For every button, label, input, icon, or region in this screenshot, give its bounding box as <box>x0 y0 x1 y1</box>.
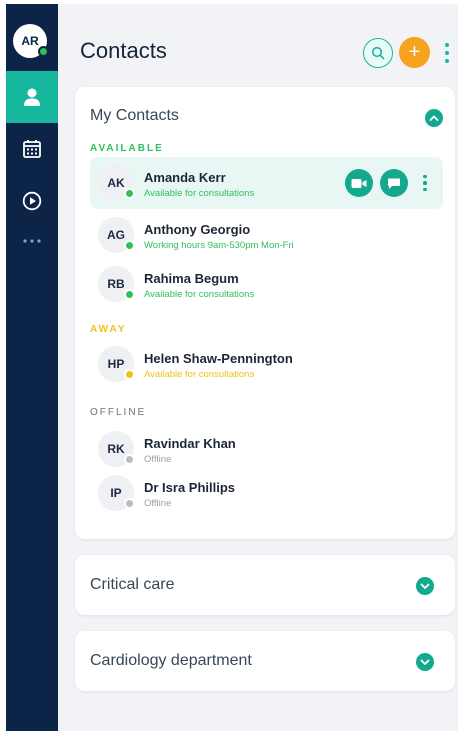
search-icon <box>371 46 385 60</box>
person-icon <box>24 88 40 106</box>
contact-avatar: AG <box>98 217 135 253</box>
expand-button[interactable] <box>416 577 434 595</box>
kebab-dot <box>423 187 427 192</box>
status-dot <box>124 454 135 465</box>
status-dot <box>124 498 135 509</box>
contact-name: Rahima Begum <box>144 271 239 286</box>
user-status-dot <box>38 46 49 57</box>
chat-bubble-icon <box>388 178 400 189</box>
sidebar: AR <box>6 4 58 731</box>
kebab-dot <box>445 43 449 47</box>
group-cardiology-department[interactable]: Cardiology department <box>75 631 455 691</box>
user-avatar[interactable]: AR <box>13 24 49 58</box>
kebab-dot <box>423 174 427 179</box>
contact-avatar: IP <box>98 475 135 511</box>
add-contact-button[interactable]: + <box>399 37 430 68</box>
contact-name: Amanda Kerr <box>144 170 226 185</box>
video-call-button[interactable] <box>345 169 373 197</box>
status-dot <box>124 240 135 251</box>
contact-avatar: RB <box>98 266 135 302</box>
app-frame: AR Contacts + My Contacts AVAILABLE AK A… <box>6 4 458 731</box>
status-dot <box>124 188 135 199</box>
plus-icon: + <box>408 41 421 63</box>
user-initials: AR <box>21 34 39 48</box>
collapse-button[interactable] <box>425 109 443 127</box>
contact-name: Ravindar Khan <box>144 436 236 451</box>
status-dot <box>124 289 135 300</box>
page-title: Contacts <box>80 38 167 63</box>
nav-media[interactable] <box>6 175 58 227</box>
kebab-dot <box>445 59 449 63</box>
contact-avatar: RK <box>98 431 135 467</box>
section-available: AVAILABLE <box>90 143 164 154</box>
expand-button[interactable] <box>416 653 434 671</box>
kebab-dot <box>445 51 449 55</box>
contact-row-helen-shaw-pennington[interactable]: HP Helen Shaw-Pennington Available for c… <box>90 338 443 390</box>
more-options-button[interactable] <box>440 38 454 68</box>
my-contacts-card: My Contacts AVAILABLE AK Amanda Kerr Ava… <box>75 87 455 539</box>
section-away: AWAY <box>90 324 127 335</box>
contact-avatar: HP <box>98 346 135 382</box>
contact-status: Available for consultations <box>144 369 255 380</box>
group-title: Cardiology department <box>90 652 252 669</box>
section-offline: OFFLINE <box>90 407 147 418</box>
chevron-down-icon <box>420 659 430 665</box>
chevron-down-icon <box>420 583 430 589</box>
nav-more[interactable] <box>6 226 58 256</box>
video-camera-icon <box>351 178 367 188</box>
kebab-dot <box>423 181 427 185</box>
contact-row-isra-phillips[interactable]: IP Dr Isra Phillips Offline <box>90 467 443 519</box>
contact-row-rahima-begum[interactable]: RB Rahima Begum Available for consultati… <box>90 258 443 310</box>
group-critical-care[interactable]: Critical care <box>75 555 455 615</box>
search-button[interactable] <box>363 38 393 68</box>
contact-name: Anthony Georgio <box>144 222 251 237</box>
status-dot <box>124 369 135 380</box>
contact-status: Offline <box>144 454 172 465</box>
my-contacts-title: My Contacts <box>90 107 179 124</box>
contact-more-button[interactable] <box>420 171 430 195</box>
message-button[interactable] <box>380 169 408 197</box>
contact-status: Available for consultations <box>144 289 255 300</box>
nav-calendar[interactable] <box>6 123 58 175</box>
group-title: Critical care <box>90 576 175 593</box>
calendar-icon <box>23 140 41 158</box>
ellipsis-icon <box>23 239 41 243</box>
contact-name: Dr Isra Phillips <box>144 480 236 495</box>
contact-status: Available for consultations <box>144 188 255 199</box>
nav-contacts[interactable] <box>6 71 58 123</box>
contact-avatar: AK <box>98 165 135 201</box>
contact-name: Helen Shaw-Pennington <box>144 351 293 366</box>
contact-row-amanda-kerr[interactable]: AK Amanda Kerr Available for consultatio… <box>90 157 443 209</box>
chevron-up-icon <box>429 115 439 121</box>
contact-row-anthony-georgio[interactable]: AG Anthony Georgio Working hours 9am-530… <box>90 209 443 261</box>
contact-status: Offline <box>144 498 172 509</box>
contact-status: Working hours 9am-530pm Mon-Fri <box>144 240 294 251</box>
play-circle-icon <box>22 191 42 211</box>
